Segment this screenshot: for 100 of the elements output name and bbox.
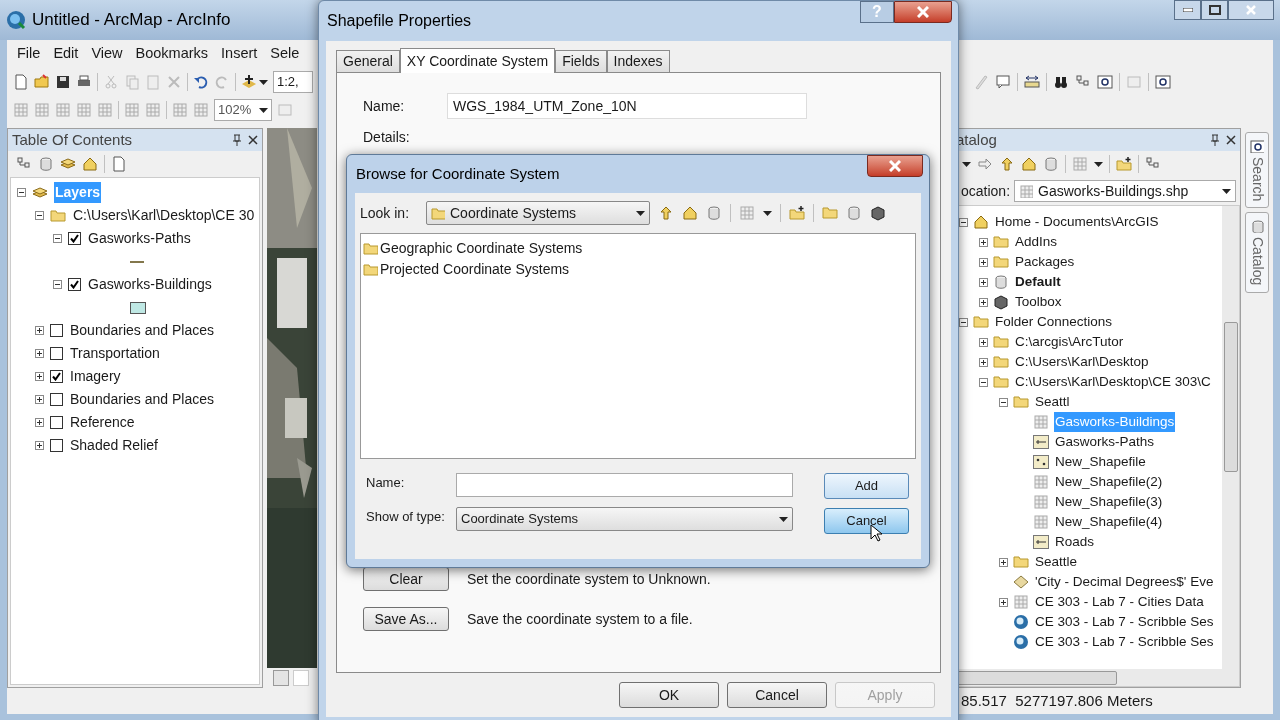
tree-item[interactable]: Boundaries and Places <box>69 320 215 341</box>
tree-item[interactable]: AddIns <box>1014 231 1059 253</box>
collapse-icon[interactable] <box>999 397 1008 407</box>
tree-item[interactable]: New_Shapefile(2) <box>1054 471 1164 493</box>
tree-item[interactable]: CE 303 - Lab 7 - Scribble Ses <box>1034 611 1215 633</box>
tree-item[interactable]: Seattl <box>1034 391 1071 413</box>
collapse-icon[interactable] <box>959 317 968 327</box>
tree-item[interactable]: Shaded Relief <box>69 435 159 456</box>
tree-item[interactable]: CE 303 - Lab 7 - Scribble Ses <box>1034 631 1215 653</box>
check-icon <box>52 372 61 381</box>
collapse-icon[interactable] <box>959 217 968 227</box>
tab[interactable]: Fields <box>555 50 607 72</box>
tree-item[interactable]: Gasworks-Paths <box>87 228 192 249</box>
expand-icon[interactable] <box>979 257 988 267</box>
menu-item[interactable]: Edit <box>53 43 79 65</box>
checkbox[interactable] <box>50 324 63 337</box>
tree-item[interactable]: Seattle <box>1034 551 1079 573</box>
tree-item[interactable]: New_Shapefile <box>1054 451 1147 473</box>
expand-icon[interactable] <box>35 326 44 335</box>
list-item[interactable]: Geographic Coordinate Systems <box>380 238 583 259</box>
tree-item[interactable]: CE 303 - Lab 7 - Cities Data <box>1034 591 1205 613</box>
close-button[interactable] <box>1228 0 1274 20</box>
tree-item[interactable]: Gasworks-Buildings <box>87 274 213 295</box>
tree-item[interactable]: Gasworks-Paths <box>1054 431 1156 453</box>
dialog-button[interactable]: OK <box>619 682 719 708</box>
tree-item[interactable]: Imagery <box>69 366 122 387</box>
scroll-thumb[interactable] <box>957 670 1117 685</box>
expand-icon[interactable] <box>35 372 44 381</box>
expand-icon[interactable] <box>999 597 1008 607</box>
tab[interactable]: Indexes <box>606 50 670 72</box>
side-tab[interactable]: Catalog <box>1245 212 1269 293</box>
expand-icon[interactable] <box>35 395 44 404</box>
tree-item[interactable]: New_Shapefile(3) <box>1054 491 1164 513</box>
checkbox[interactable] <box>68 278 81 291</box>
close-button[interactable] <box>867 155 923 177</box>
horizontal-scrollbar[interactable] <box>957 669 1239 686</box>
tree-item[interactable]: Default <box>1014 271 1062 293</box>
tree-item[interactable]: Transportation <box>69 343 161 364</box>
expand-icon[interactable] <box>979 297 988 307</box>
name-field[interactable] <box>456 473 793 497</box>
menu-item[interactable]: Insert <box>221 43 258 65</box>
dialog-button[interactable]: Cancel <box>824 508 909 534</box>
menu-item[interactable]: Sele <box>270 43 300 65</box>
expand-icon[interactable] <box>35 349 44 358</box>
tree-item[interactable]: Boundaries and Places <box>69 389 215 410</box>
expand-icon[interactable] <box>979 277 988 287</box>
scroll-thumb[interactable] <box>1223 322 1238 472</box>
list-item[interactable]: Projected Coordinate Systems <box>380 259 570 280</box>
type-combo[interactable]: Coordinate Systems <box>456 507 793 531</box>
tree-item[interactable]: C:\Users\Karl\Desktop\CE 303\C <box>1014 371 1212 393</box>
close-button[interactable] <box>894 1 952 23</box>
tree-item[interactable]: Roads <box>1054 531 1096 553</box>
maximize-button[interactable] <box>1201 0 1228 20</box>
name-field[interactable]: WGS_1984_UTM_Zone_10N <box>447 93 807 119</box>
tree-item[interactable]: C:\arcgis\ArcTutor <box>1014 331 1125 353</box>
vertical-scrollbar[interactable] <box>1222 206 1239 669</box>
action-button[interactable]: Clear <box>363 567 449 591</box>
checkbox[interactable] <box>50 439 63 452</box>
menu-item[interactable]: File <box>17 43 41 65</box>
menu-item[interactable]: Bookmarks <box>135 43 209 65</box>
expand-icon[interactable] <box>35 418 44 427</box>
expand-icon[interactable] <box>979 357 988 367</box>
checkbox[interactable] <box>50 370 63 383</box>
collapse-icon[interactable] <box>979 377 988 387</box>
zoom-combo[interactable]: 102% <box>214 99 272 121</box>
tree-item[interactable]: Packages <box>1014 251 1076 273</box>
minimize-button[interactable] <box>1174 0 1201 20</box>
tree-item[interactable]: C:\Users\Karl\Desktop\CE 30 <box>72 205 256 226</box>
tree-item[interactable]: 'City - Decimal Degrees$' Eve <box>1034 571 1215 593</box>
menu-item[interactable]: View <box>91 43 123 65</box>
expand-icon[interactable] <box>35 441 44 450</box>
checkbox[interactable] <box>68 232 81 245</box>
checkbox[interactable] <box>50 347 63 360</box>
checkbox[interactable] <box>50 416 63 429</box>
expand-icon[interactable] <box>999 557 1008 567</box>
tree-item[interactable]: C:\Users\Karl\Desktop <box>1014 351 1150 373</box>
collapse-icon[interactable] <box>17 188 26 197</box>
expand-icon[interactable] <box>979 237 988 247</box>
expand-icon[interactable] <box>979 337 988 347</box>
tree-item[interactable]: New_Shapefile(4) <box>1054 511 1164 533</box>
tab[interactable]: XY Coordinate System <box>399 48 556 73</box>
collapse-icon[interactable] <box>53 234 62 243</box>
tree-item[interactable]: Home - Documents\ArcGIS <box>994 211 1160 233</box>
collapse-icon[interactable] <box>53 280 62 289</box>
scale-field[interactable]: 1:2, <box>273 71 313 93</box>
collapse-icon[interactable] <box>35 211 44 220</box>
tree-item[interactable]: Reference <box>69 412 136 433</box>
grid-icon <box>1072 156 1088 172</box>
tree-item[interactable]: Toolbox <box>1014 291 1063 313</box>
dialog-button[interactable]: Add <box>824 473 909 499</box>
look-in-combo[interactable]: Coordinate Systems <box>426 201 650 225</box>
tab[interactable]: General <box>336 50 400 72</box>
checkbox[interactable] <box>50 393 63 406</box>
dialog-button[interactable]: Cancel <box>727 682 827 708</box>
location-combo[interactable]: Gasworks-Buildings.shp <box>1014 180 1236 202</box>
polygon-symbol-icon <box>130 301 146 314</box>
side-tab[interactable]: Search <box>1245 132 1269 209</box>
action-button[interactable]: Save As... <box>363 607 449 631</box>
field-label: Details: <box>363 128 410 147</box>
tree-item[interactable]: Folder Connections <box>994 311 1114 333</box>
